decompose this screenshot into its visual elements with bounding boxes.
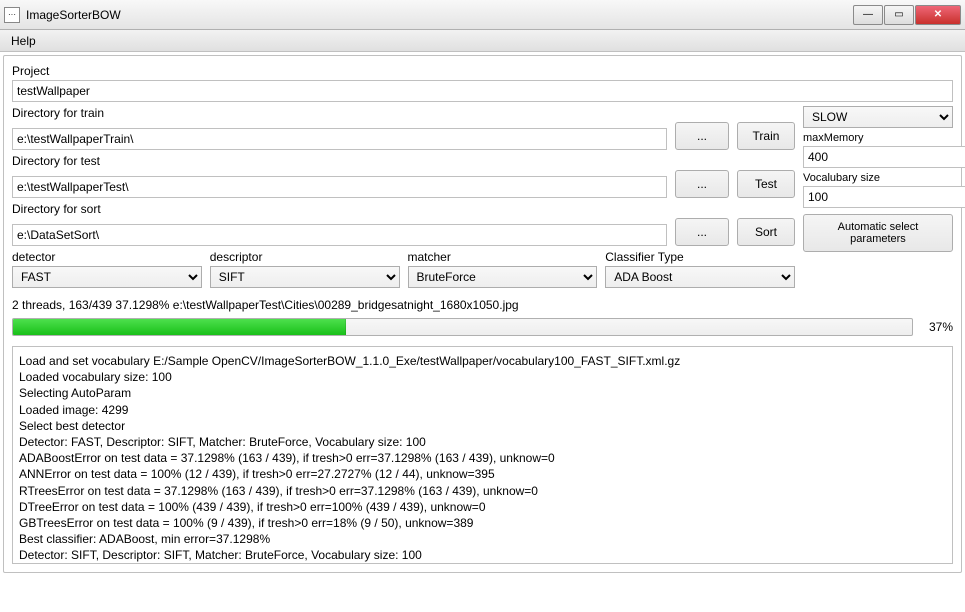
progress-bar [12, 318, 913, 336]
titlebar: ··· ImageSorterBOW — ▭ ✕ [0, 0, 965, 30]
window-title: ImageSorterBOW [26, 8, 852, 22]
app-icon: ··· [4, 7, 20, 23]
label-vocab-size: Vocalubary size [803, 172, 953, 184]
label-dir-sort: Directory for sort [12, 202, 795, 216]
test-button[interactable]: Test [737, 170, 795, 198]
label-detector: detector [12, 250, 202, 264]
sort-button[interactable]: Sort [737, 218, 795, 246]
label-project: Project [12, 64, 953, 78]
label-dir-train: Directory for train [12, 106, 795, 120]
matcher-select[interactable]: BruteForce [408, 266, 598, 288]
browse-train-button[interactable]: ... [675, 122, 729, 150]
menubar: Help [0, 30, 965, 52]
progress-fill [13, 319, 346, 335]
project-input[interactable] [12, 80, 953, 102]
window-controls: — ▭ ✕ [852, 5, 961, 25]
classifier-select[interactable]: ADA Boost [605, 266, 795, 288]
log-output[interactable]: Load and set vocabulary E:/Sample OpenCV… [12, 346, 953, 564]
label-matcher: matcher [408, 250, 598, 264]
vocab-size-input[interactable] [803, 186, 965, 208]
train-button[interactable]: Train [737, 122, 795, 150]
menu-help[interactable]: Help [0, 30, 47, 52]
label-max-memory: maxMemory [803, 132, 953, 144]
maximize-button[interactable]: ▭ [884, 5, 914, 25]
dir-train-input[interactable] [12, 128, 667, 150]
max-memory-input[interactable] [803, 146, 965, 168]
label-dir-test: Directory for test [12, 154, 795, 168]
speed-select[interactable]: SLOW [803, 106, 953, 128]
close-button[interactable]: ✕ [915, 5, 961, 25]
browse-test-button[interactable]: ... [675, 170, 729, 198]
descriptor-select[interactable]: SIFT [210, 266, 400, 288]
auto-select-parameters-button[interactable]: Automatic select parameters [803, 214, 953, 252]
dir-test-input[interactable] [12, 176, 667, 198]
status-line: 2 threads, 163/439 37.1298% e:\testWallp… [12, 298, 953, 312]
detector-select[interactable]: FAST [12, 266, 202, 288]
dir-sort-input[interactable] [12, 224, 667, 246]
main-panel: Project Directory for train ... Train Di… [3, 55, 962, 573]
browse-sort-button[interactable]: ... [675, 218, 729, 246]
label-descriptor: descriptor [210, 250, 400, 264]
progress-percent: 37% [919, 320, 953, 334]
label-classifier: Classifier Type [605, 250, 795, 264]
minimize-button[interactable]: — [853, 5, 883, 25]
